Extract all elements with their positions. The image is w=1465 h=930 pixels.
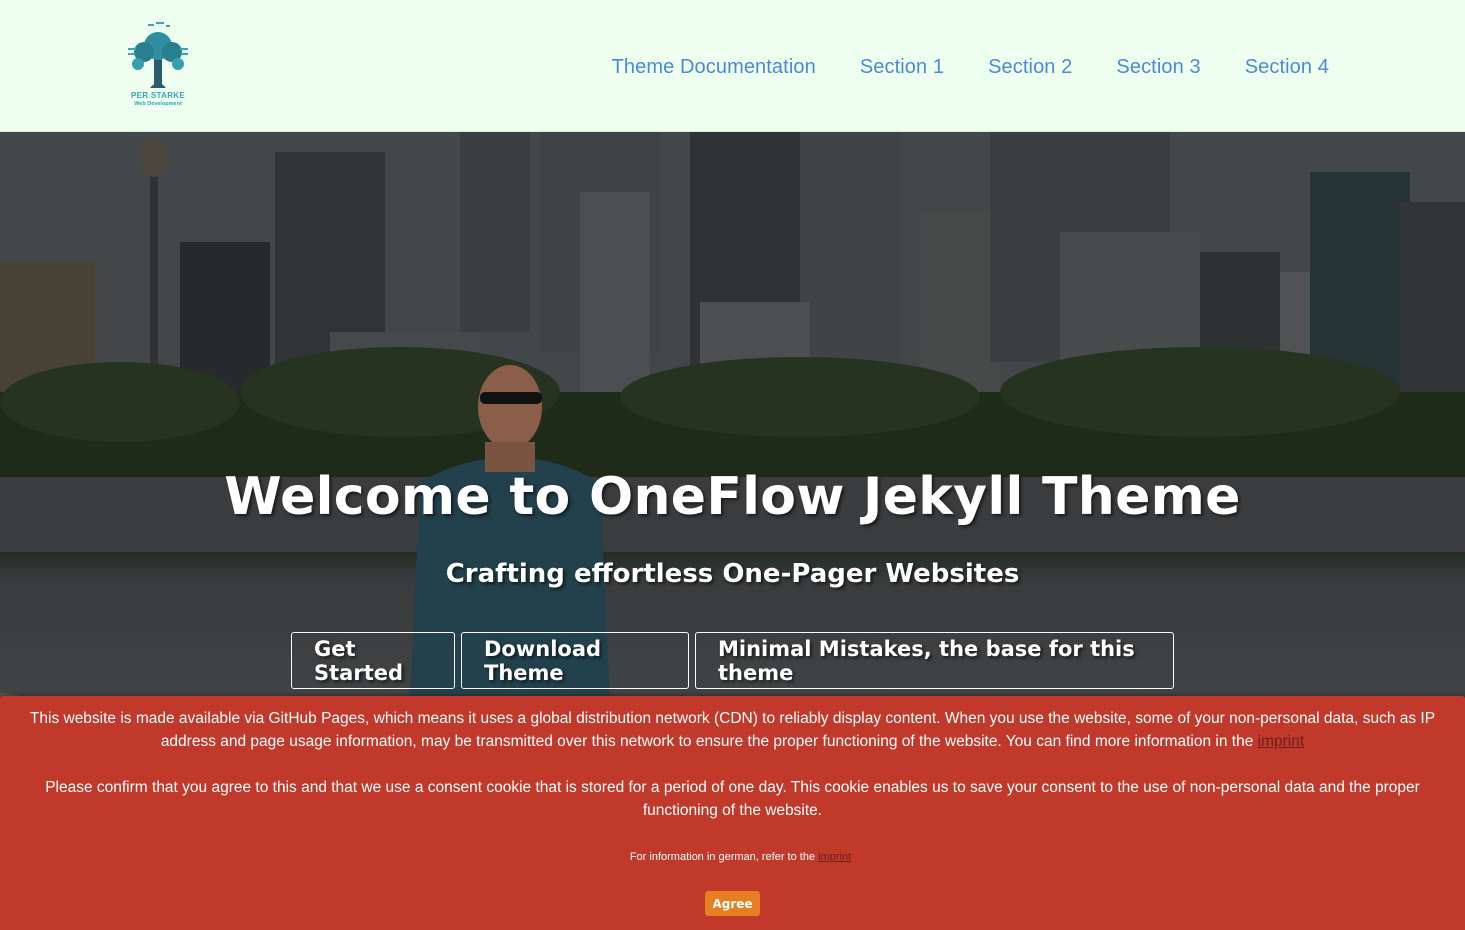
consent-cdn-text: This website is made available via GitHu… — [29, 710, 1436, 750]
hero-subtitle: Crafting effortless One-Pager Websites — [445, 559, 1020, 589]
brand-tagline: Web Development — [134, 101, 182, 107]
consent-paragraph-cookie: Please confirm that you agree to this an… — [45, 779, 1420, 819]
get-started-button[interactable]: Get Started — [291, 632, 455, 689]
nav-section-1[interactable]: Section 1 — [860, 52, 944, 82]
download-theme-button[interactable]: Download Theme — [461, 632, 689, 689]
consent-german-note: For information in german, refer to the … — [0, 849, 1465, 865]
agree-button[interactable]: Agree — [705, 891, 760, 916]
cookie-consent-banner: This website is made available via GitHu… — [0, 696, 1465, 930]
main-nav: Theme Documentation Section 1 Section 2 … — [612, 52, 1329, 82]
minimal-mistakes-button[interactable]: Minimal Mistakes, the base for this them… — [695, 632, 1174, 689]
german-note-text: For information in german, refer to the — [629, 851, 819, 863]
imprint-link-german[interactable]: imprint — [818, 851, 851, 863]
brand-name: PER STARKE — [131, 91, 185, 100]
site-logo[interactable]: PER STARKE Web Development — [120, 20, 196, 112]
nav-section-2[interactable]: Section 2 — [988, 52, 1072, 82]
hero-title: Welcome to OneFlow Jekyll Theme — [224, 467, 1241, 527]
hero-actions: Get Started Download Theme Minimal Mista… — [291, 632, 1174, 689]
imprint-link[interactable]: imprint — [1258, 733, 1305, 750]
nav-section-3[interactable]: Section 3 — [1116, 52, 1200, 82]
nav-section-4[interactable]: Section 4 — [1245, 52, 1329, 82]
nav-theme-documentation[interactable]: Theme Documentation — [612, 52, 816, 82]
consent-paragraph-cdn: This website is made available via GitHu… — [0, 707, 1465, 753]
tree-logo-icon — [128, 22, 188, 88]
site-header: PER STARKE Web Development Theme Documen… — [0, 0, 1465, 132]
